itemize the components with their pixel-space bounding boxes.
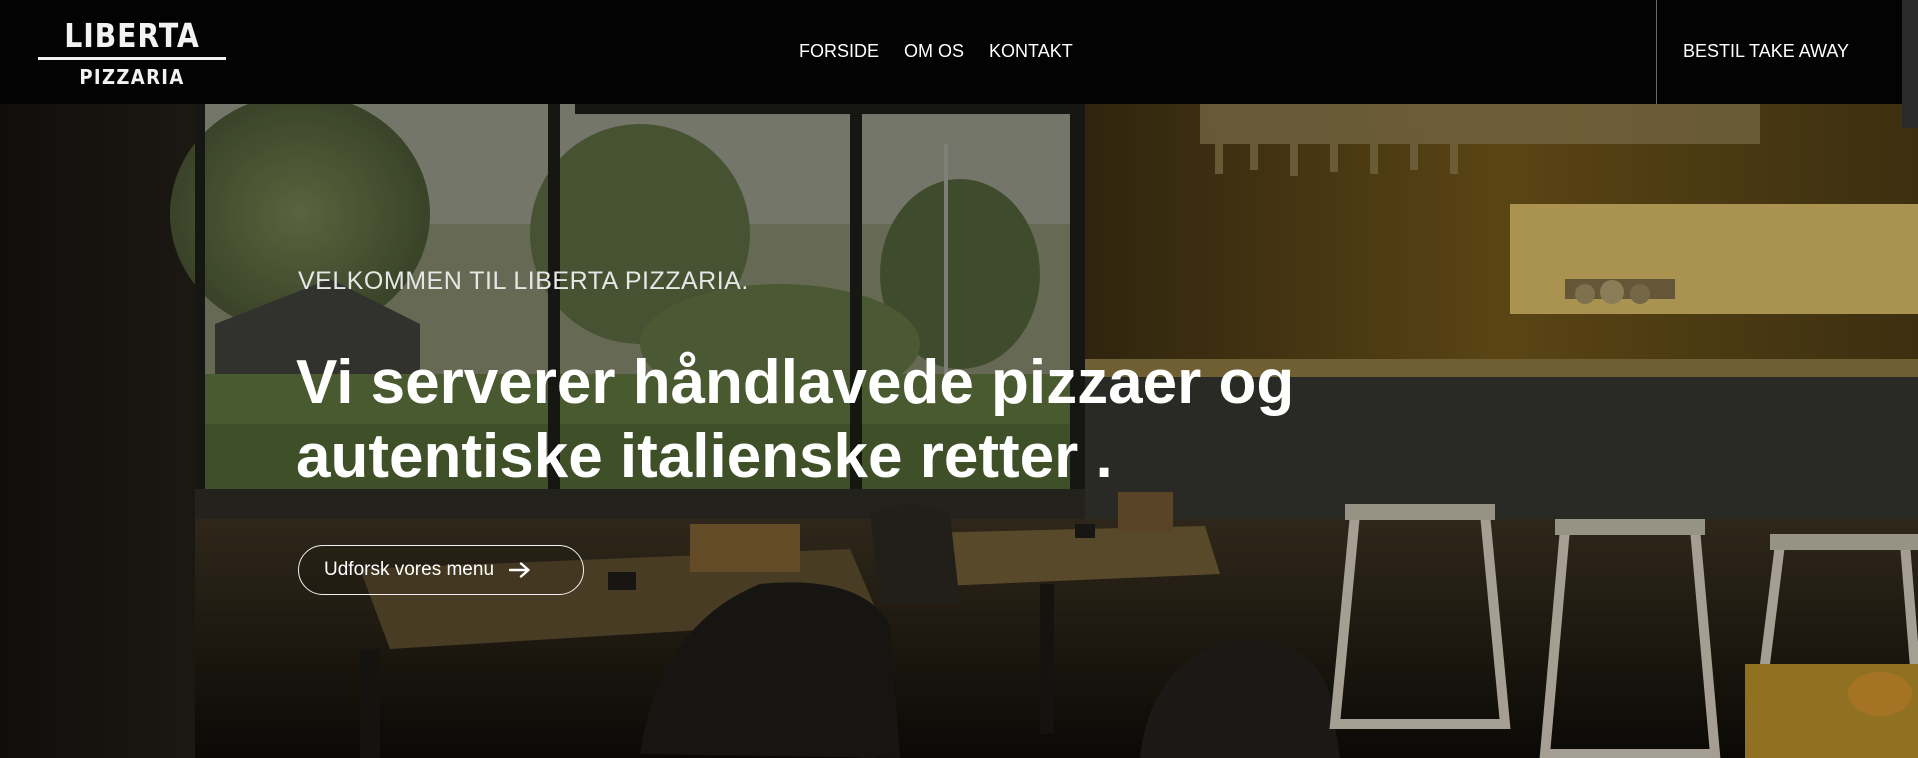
nav-item-om-os[interactable]: OM OS <box>904 41 964 61</box>
explore-menu-label: Udforsk vores menu <box>324 559 495 580</box>
order-takeaway-link[interactable]: BESTIL TAKE AWAY <box>1683 41 1849 61</box>
nav-item-kontakt[interactable]: KONTAKT <box>989 41 1073 61</box>
logo-wordmark-bottom: PIZZARIA <box>79 65 185 89</box>
scrollbar-thumb[interactable] <box>1902 0 1918 128</box>
nav-item-forside[interactable]: FORSIDE <box>799 41 879 61</box>
logo-wordmark-top: LIBERTA <box>64 16 200 55</box>
hero-headline-line-2: autentiske italienske retter . <box>296 422 1113 491</box>
logo-divider <box>38 57 226 60</box>
hero-headline-line-1: Vi serverer håndlavede pizzaer og <box>296 348 1295 417</box>
hero-eyebrow: VELKOMMEN TIL LIBERTA PIZZARIA. <box>298 267 749 295</box>
hero-headline: Vi serverer håndlavede pizzaer og autent… <box>296 346 1446 494</box>
arrow-right-icon <box>509 562 530 578</box>
site-header: LIBERTA PIZZARIA FORSIDE OM OS KONTAKT B… <box>0 0 1918 104</box>
explore-menu-button[interactable]: Udforsk vores menu <box>298 545 584 595</box>
header-divider <box>1656 0 1657 104</box>
logo[interactable]: LIBERTA PIZZARIA <box>38 18 226 92</box>
hero-section: VELKOMMEN TIL LIBERTA PIZZARIA. Vi serve… <box>0 104 1918 758</box>
main-nav: FORSIDE OM OS KONTAKT <box>799 41 1073 61</box>
